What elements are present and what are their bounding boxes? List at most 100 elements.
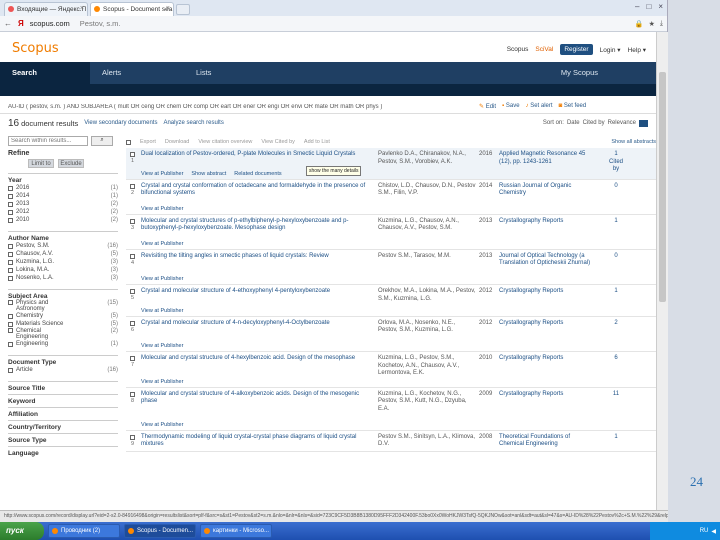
result-row[interactable]: 8 Molecular and crystal structure of 4-a… (126, 388, 656, 431)
result-authors[interactable]: Pestov S.M., Tarasov, M.M. (378, 253, 476, 261)
view-at-publisher-link[interactable]: View at Publisher (141, 379, 183, 385)
facet-item[interactable]: Article (16) (8, 366, 118, 374)
show-abstract-link[interactable]: Show abstract (191, 171, 226, 177)
checkbox[interactable] (8, 341, 13, 347)
facet-item[interactable]: Chausov, A.V. (5) (8, 250, 118, 258)
scival-link[interactable]: SciVal (535, 46, 553, 53)
add-to-list-button[interactable]: Add to List (304, 139, 330, 145)
vertical-scrollbar[interactable] (656, 32, 668, 522)
download-button[interactable]: Download (165, 139, 189, 145)
analyze-results-link[interactable]: Analyze search results (163, 120, 223, 126)
checkbox[interactable] (8, 209, 13, 215)
result-row[interactable]: 9 Thermodynamic modeling of liquid cryst… (126, 431, 656, 452)
set-feed-link[interactable]: ◙ Set feed (559, 103, 587, 110)
view-at-publisher-link[interactable]: View at Publisher (141, 343, 183, 349)
result-authors[interactable]: Kuzmina, L.G., Chausov, A.N., Chausov, A… (378, 218, 476, 233)
sort-relevance[interactable]: Relevance (608, 120, 636, 126)
save-link[interactable]: ▪ Save (502, 103, 520, 110)
result-authors[interactable]: Orlova, M.A., Nosenko, N.E., Pestov, S.M… (378, 320, 476, 335)
facet-source-type-title[interactable]: Source Type (8, 433, 118, 444)
taskbar-item[interactable]: Scopus - Documen... (124, 524, 196, 538)
nav-search[interactable]: Search (0, 62, 90, 84)
row-checkbox[interactable] (130, 253, 135, 259)
yandex-icon[interactable]: Я (18, 19, 24, 28)
view-at-publisher-link[interactable]: View at Publisher (141, 241, 183, 247)
star-icon[interactable]: ★ (649, 20, 655, 28)
facet-item[interactable]: 2014 (1) (8, 192, 118, 200)
checkbox[interactable] (8, 267, 13, 273)
facet-year-title[interactable]: Year (8, 173, 118, 184)
facet-source-title[interactable]: Source Title (8, 381, 118, 392)
row-checkbox[interactable] (130, 218, 135, 224)
facet-language-title[interactable]: Language (8, 446, 118, 457)
checkbox[interactable] (8, 275, 13, 281)
row-checkbox[interactable] (130, 391, 135, 397)
result-row[interactable]: 1 Dual localization of Pestov-ordered, P… (126, 148, 656, 180)
view-at-publisher-link[interactable]: View at Publisher (141, 422, 183, 428)
result-source[interactable]: Crystallography Reports (499, 355, 591, 363)
scrollbar-thumb[interactable] (659, 72, 666, 302)
result-authors[interactable]: Orekhov, M.A., Lokina, M.A., Pestov, S.M… (378, 288, 476, 303)
facet-doctype-title[interactable]: Document Type (8, 355, 118, 366)
result-cited[interactable]: 1 (606, 288, 626, 296)
row-checkbox[interactable] (130, 289, 135, 294)
result-title[interactable]: Molecular and crystal structure of 4-alk… (141, 391, 373, 406)
result-cited[interactable]: 11 (606, 391, 626, 399)
result-row[interactable]: 2 Crystal and crystal conformation of oc… (126, 180, 656, 215)
register-button[interactable]: Register (560, 44, 593, 55)
new-tab-button[interactable] (176, 4, 190, 15)
facet-item[interactable]: Engineering (1) (8, 340, 118, 348)
back-icon[interactable]: ← (4, 19, 12, 28)
view-at-publisher-link[interactable]: View at Publisher (141, 308, 183, 314)
facet-item[interactable]: 2012 (2) (8, 208, 118, 216)
result-title[interactable]: Molecular and crystal structures of p-et… (141, 218, 373, 233)
tab-scopus[interactable]: Scopus - Document sea × (90, 2, 174, 16)
facet-affiliation-title[interactable]: Affiliation (8, 407, 118, 418)
export-button[interactable]: Export (140, 139, 156, 145)
help-link[interactable]: Help ▾ (628, 46, 646, 54)
result-cited[interactable]: 1 Cited by (606, 151, 626, 174)
result-title[interactable]: Molecular and crystal structure of 4-hex… (141, 355, 373, 363)
maximize-icon[interactable]: □ (646, 2, 651, 11)
related-documents-link[interactable]: Related documents (234, 171, 281, 177)
checkbox[interactable] (8, 251, 13, 257)
lock-icon[interactable]: 🔒 (635, 20, 644, 28)
checkbox[interactable] (8, 313, 13, 319)
facet-keyword-title[interactable]: Keyword (8, 394, 118, 405)
facet-item[interactable]: Nosenko, L.A. (3) (8, 274, 118, 282)
login-link[interactable]: Login ▾ (600, 46, 621, 54)
checkbox[interactable] (8, 185, 13, 191)
facet-item[interactable]: 2010 (2) (8, 216, 118, 224)
row-checkbox[interactable] (130, 434, 135, 440)
row-checkbox[interactable] (130, 320, 135, 326)
close-tab-icon[interactable]: × (166, 5, 170, 12)
result-authors[interactable]: Pestov S.M., Sinitsyn, L.A., Klimova, D.… (378, 434, 476, 449)
taskbar-item[interactable]: картинки - Microso... (200, 524, 272, 538)
result-source[interactable]: Crystallography Reports (499, 218, 591, 226)
facet-item[interactable]: 2013 (2) (8, 200, 118, 208)
facet-country-title[interactable]: Country/Territory (8, 420, 118, 431)
close-window-icon[interactable]: × (658, 2, 663, 11)
taskbar-item[interactable]: Проводник (2) (48, 524, 120, 538)
checkbox[interactable] (8, 321, 13, 327)
select-all-checkbox[interactable] (126, 139, 131, 145)
start-button[interactable]: пуск (0, 522, 44, 540)
checkbox[interactable] (8, 328, 13, 333)
result-cited[interactable]: 6 (606, 355, 626, 363)
nav-lists[interactable]: Lists (184, 62, 223, 84)
result-cited[interactable]: 1 (606, 434, 626, 442)
result-title[interactable]: Dual localization of Pestov-ordered, P-p… (141, 151, 373, 159)
language-indicator[interactable]: RU (700, 528, 709, 534)
download-icon[interactable]: ⤓ (660, 20, 663, 28)
result-source[interactable]: Journal of Optical Technology (a Transla… (499, 253, 591, 268)
sort-direction-icon[interactable] (639, 119, 648, 127)
tab-inbox[interactable]: Входящие — Яндекс.П × (4, 2, 88, 16)
result-authors[interactable]: Kuzmina, L.G., Pestov, S.M., Kochetov, A… (378, 355, 476, 378)
facet-item[interactable]: Physics and Astronomy (15) (8, 300, 118, 312)
nav-alerts[interactable]: Alerts (90, 62, 184, 84)
checkbox[interactable] (8, 367, 13, 373)
result-authors[interactable]: Pavlenko D.A., Chiranakov, N.A., Pestov,… (378, 151, 476, 166)
cited-by-button[interactable]: View Cited by (261, 139, 295, 145)
result-title[interactable]: Revisiting the tilting angles in smectic… (141, 253, 373, 261)
scopus-link[interactable]: Scopus (507, 46, 529, 53)
